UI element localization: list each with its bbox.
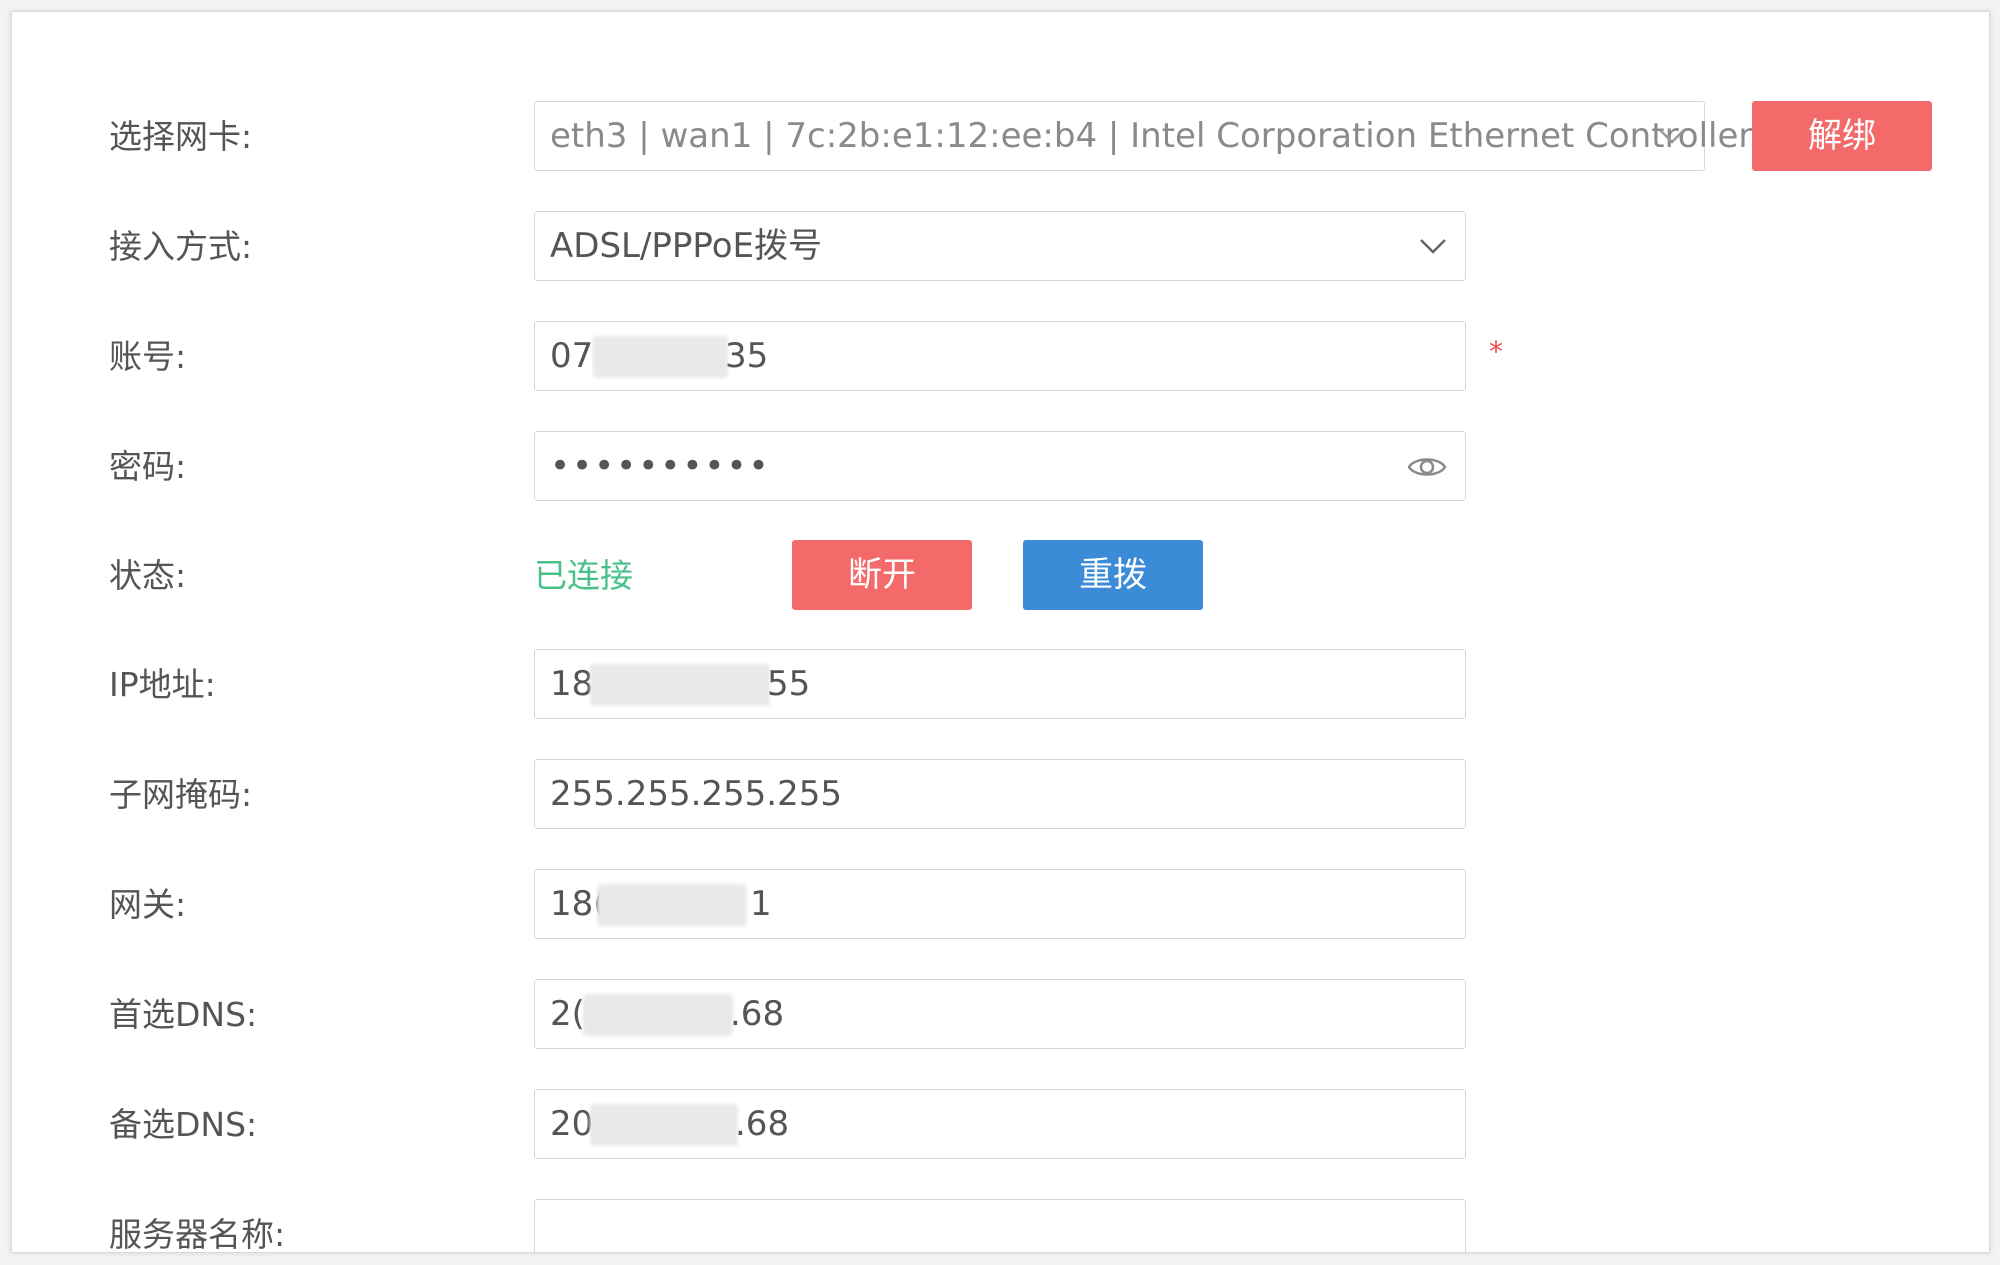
redacted-region xyxy=(593,336,728,378)
mask-label: 子网掩码: xyxy=(109,775,253,814)
account-input[interactable]: 07 35 xyxy=(534,321,1466,391)
dns1-value-prefix: 2( xyxy=(550,994,585,1034)
access-method-value: ADSL/PPPoE拨号 xyxy=(550,226,822,266)
dns2-value-prefix: 20 xyxy=(550,1104,594,1144)
ip-value-suffix: 55 xyxy=(767,664,811,704)
account-value-suffix: 35 xyxy=(725,336,769,376)
row-dns1: 首选DNS: 2( .68 xyxy=(12,979,1989,1051)
dns2-input[interactable]: 20 .68 xyxy=(534,1089,1466,1159)
dns1-label: 首选DNS: xyxy=(109,995,258,1034)
chevron-down-icon xyxy=(1659,129,1685,144)
mask-input[interactable]: 255.255.255.255 xyxy=(534,759,1466,829)
row-access: 接入方式: ADSL/PPPoE拨号 xyxy=(12,211,1989,283)
dns1-value-suffix: .68 xyxy=(730,994,785,1034)
eye-icon[interactable] xyxy=(1405,447,1449,487)
redacted-region xyxy=(583,994,733,1036)
account-label: 账号: xyxy=(109,337,187,376)
nic-select[interactable]: eth3 | wan1 | 7c:2b:e1:12:ee:b4 | Intel … xyxy=(534,101,1752,171)
row-dns2: 备选DNS: 20 .68 xyxy=(12,1089,1989,1161)
dns2-value-suffix: .68 xyxy=(735,1104,790,1144)
password-label: 密码: xyxy=(109,447,187,486)
row-mask: 子网掩码: 255.255.255.255 xyxy=(12,759,1989,831)
row-server: 服务器名称: xyxy=(12,1199,1989,1253)
required-mark: * xyxy=(1489,335,1503,368)
redacted-region xyxy=(597,884,747,926)
row-gateway: 网关: 18( 1 xyxy=(12,869,1989,941)
redial-button[interactable]: 重拨 xyxy=(1023,540,1203,610)
server-label: 服务器名称: xyxy=(109,1215,286,1253)
ip-label: IP地址: xyxy=(109,665,216,704)
redacted-region xyxy=(590,664,770,706)
status-label: 状态: xyxy=(109,556,187,595)
row-nic: 选择网卡: eth3 | wan1 | 7c:2b:e1:12:ee:b4 | … xyxy=(12,101,1989,173)
gateway-label: 网关: xyxy=(109,885,187,924)
row-ip: IP地址: 18 55 xyxy=(12,649,1989,721)
server-name-input[interactable] xyxy=(534,1199,1466,1252)
redacted-region xyxy=(590,1104,738,1146)
disconnect-button[interactable]: 断开 xyxy=(792,540,972,610)
gateway-value-suffix: 1 xyxy=(750,884,772,924)
access-label: 接入方式: xyxy=(109,227,253,266)
password-value: •••••••••• xyxy=(550,446,771,486)
chevron-down-icon xyxy=(1420,239,1446,254)
unbind-button[interactable]: 解绑 xyxy=(1752,101,1932,171)
dns2-label: 备选DNS: xyxy=(109,1105,258,1144)
ip-input[interactable]: 18 55 xyxy=(534,649,1466,719)
password-input[interactable]: •••••••••• xyxy=(534,431,1466,501)
account-value-prefix: 07 xyxy=(550,336,594,376)
wan-settings-panel: 选择网卡: eth3 | wan1 | 7c:2b:e1:12:ee:b4 | … xyxy=(11,11,1990,1253)
row-status: 状态: 已连接 断开 重拨 xyxy=(12,540,1989,612)
ip-value-prefix: 18 xyxy=(550,664,594,704)
nic-label: 选择网卡: xyxy=(109,117,253,156)
row-password: 密码: •••••••••• xyxy=(12,431,1989,503)
nic-select-value: eth3 | wan1 | 7c:2b:e1:12:ee:b4 | Intel … xyxy=(550,116,1753,156)
access-method-select[interactable]: ADSL/PPPoE拨号 xyxy=(534,211,1466,281)
gateway-input[interactable]: 18( 1 xyxy=(534,869,1466,939)
status-value: 已连接 xyxy=(534,556,633,595)
row-account: 账号: 07 35 * xyxy=(12,321,1989,393)
dns1-input[interactable]: 2( .68 xyxy=(534,979,1466,1049)
mask-value: 255.255.255.255 xyxy=(550,774,843,814)
